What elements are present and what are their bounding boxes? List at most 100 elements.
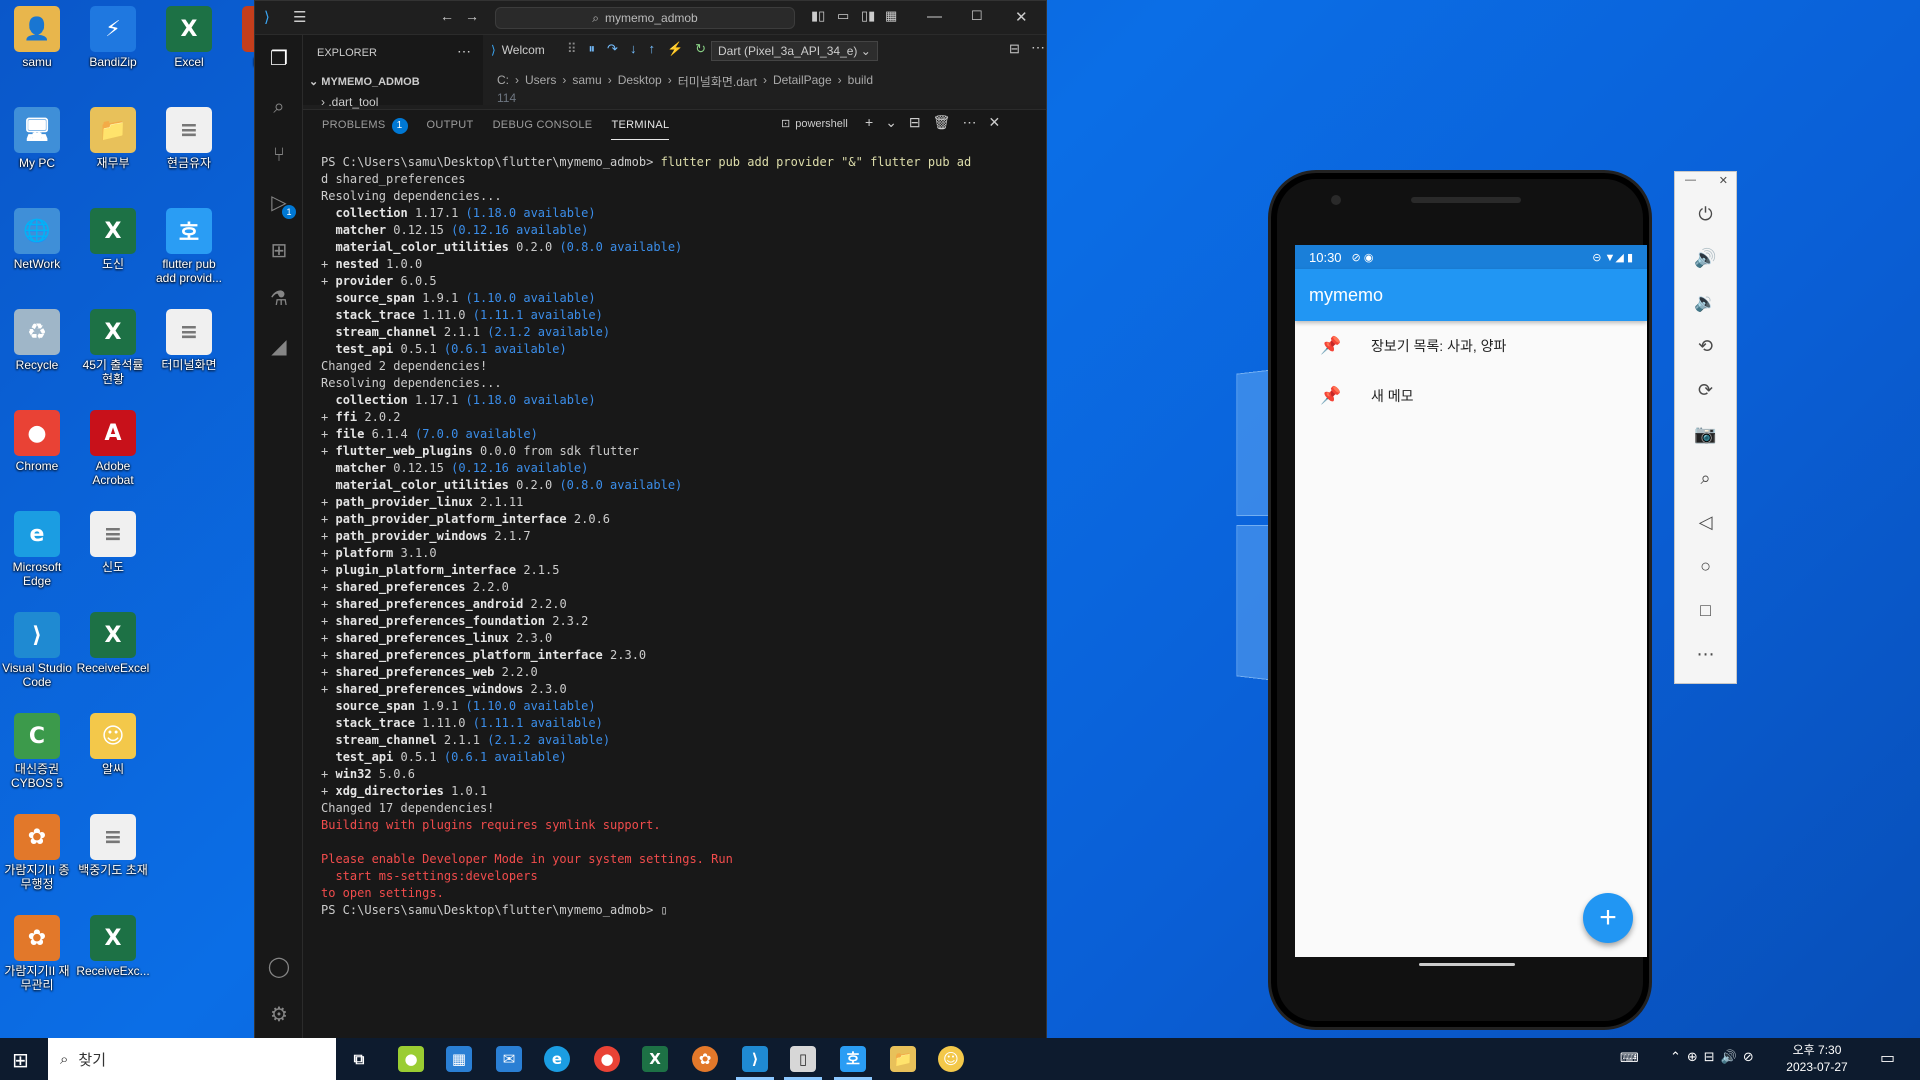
desktop-icon[interactable]: X 도신 xyxy=(76,202,150,271)
maximize-icon[interactable]: ☐ xyxy=(971,8,983,24)
rotate-right-icon[interactable]: ⟳ xyxy=(1675,380,1736,401)
power-icon[interactable]: ⏻ xyxy=(1675,204,1736,225)
chrome-icon[interactable]: ● xyxy=(594,1046,620,1072)
split-terminal-icon[interactable]: ⊟ xyxy=(909,114,921,131)
explorer-icon[interactable]: ❐ xyxy=(267,47,291,71)
forward-arrow-icon[interactable]: → xyxy=(465,8,479,24)
step-out-icon[interactable]: ↑ xyxy=(648,41,655,57)
edge-icon[interactable]: e xyxy=(544,1046,570,1072)
desktop-icon[interactable]: ≡ 터미널화면 xyxy=(152,303,226,372)
pin-icon[interactable]: 📌 xyxy=(1315,336,1347,356)
desktop-icon[interactable]: PPow xyxy=(228,0,255,69)
home-nav-icon[interactable]: ○ xyxy=(1675,556,1736,577)
back-nav-icon[interactable]: ◁ xyxy=(1675,512,1736,533)
android-emulator[interactable]: 10:30 ⊘ ◉ ⊝ ▼◢ ▮ mymemo 📌 장보기 목록: 사과, 양파… xyxy=(1263,170,1663,1030)
menu-icon[interactable]: ☰ xyxy=(293,8,306,26)
extensions-icon[interactable]: ⊞ xyxy=(267,239,291,263)
toggle-secondary-sidebar-icon[interactable]: ▯▮ xyxy=(861,8,875,24)
desktop-icon[interactable]: C 대신증권 CYBOS 5 xyxy=(0,707,74,790)
project-folder[interactable]: ⌄ MYMEMO_ADMOB xyxy=(309,75,420,88)
desktop-icon[interactable]: ● Chrome xyxy=(0,404,74,473)
panel-tab-debug-console[interactable]: DEBUG CONSOLE xyxy=(493,110,593,140)
run-debug-icon[interactable]: ▷ 1 xyxy=(267,191,296,219)
split-editor-icon[interactable]: ⊟ xyxy=(1009,41,1020,57)
pin-icon[interactable]: 📌 xyxy=(1315,386,1347,406)
close-icon[interactable]: ✕ xyxy=(1015,8,1028,26)
emu-close-icon[interactable]: ✕ xyxy=(1675,174,1736,187)
testing-icon[interactable]: ⚗ xyxy=(267,287,291,311)
trash-icon[interactable]: 🗑 xyxy=(933,114,951,131)
start-windows-icon[interactable]: ⊞ xyxy=(12,1048,29,1073)
device-selector[interactable]: Dart (Pixel_3a_API_34_e) ⌄ xyxy=(711,41,878,61)
desktop-icon[interactable]: ♻ Recycle xyxy=(0,303,74,372)
settings-gear-icon[interactable]: ⚙ xyxy=(267,1003,291,1027)
step-into-icon[interactable]: ↓ xyxy=(630,41,637,57)
volume-down-icon[interactable]: 🔉 xyxy=(1675,292,1736,313)
excel-icon[interactable]: X xyxy=(642,1046,668,1072)
breadcrumb-item[interactable]: Users xyxy=(525,73,556,90)
desktop-icon[interactable]: ✿ 가람지기II 재무관리 xyxy=(0,909,74,992)
customize-layout-icon[interactable]: ▦ xyxy=(885,8,897,24)
vscode-window[interactable]: ⟩ ☰ ← → ⌕ mymemo_admob ▮▯ ▭ ▯▮ ▦ — ☐ ✕ ❐… xyxy=(254,0,1047,1040)
desktop-icon[interactable]: ☺ 알씨 xyxy=(76,707,150,776)
restart-icon[interactable]: ↻ xyxy=(695,41,706,57)
alsee-icon[interactable]: ☺ xyxy=(938,1046,964,1072)
system-tray-icons[interactable]: ⌃⊕⊟🔊⊘ xyxy=(1670,1049,1760,1065)
shortcut-taskbar-icon[interactable]: 호 xyxy=(834,1046,872,1080)
zoom-icon[interactable]: ⌕ xyxy=(1675,468,1736,489)
drag-handle-icon[interactable]: ⠿ xyxy=(567,41,577,57)
breadcrumb-item[interactable]: build xyxy=(848,73,873,90)
add-memo-fab[interactable]: + xyxy=(1583,893,1633,943)
account-icon[interactable]: ◯ xyxy=(267,955,291,979)
desktop-icon[interactable]: 👤 samu xyxy=(0,0,74,69)
desktop-icon[interactable]: 📁 재무부 xyxy=(76,101,150,170)
pause-icon[interactable]: ⏸ xyxy=(589,41,596,57)
breadcrumb-item[interactable]: 터미널화면.dart xyxy=(678,73,757,90)
desktop-icon[interactable]: X ReceiveExcel xyxy=(76,606,150,675)
garam-icon[interactable]: ✿ xyxy=(692,1046,718,1072)
panel-more-icon[interactable]: ⋯ xyxy=(962,114,976,131)
gesture-nav-pill[interactable] xyxy=(1419,963,1515,966)
toggle-sidebar-icon[interactable]: ▮▯ xyxy=(811,8,825,24)
source-control-icon[interactable]: ⑂ xyxy=(267,143,291,167)
desktop-icon[interactable]: ✿ 가람지기II 종무행정 xyxy=(0,808,74,891)
notification-icon[interactable]: ▭ xyxy=(1880,1048,1895,1068)
editor-tab[interactable]: ⟩ Welcom xyxy=(491,43,545,57)
desktop-icon[interactable]: e Microsoft Edge xyxy=(0,505,74,588)
back-arrow-icon[interactable]: ← xyxy=(440,8,454,24)
flutter-icon[interactable]: ◢ xyxy=(267,335,291,359)
store-icon[interactable]: ▦ xyxy=(446,1046,472,1072)
desktop-icon[interactable]: ≡ 현금유자 xyxy=(152,101,226,170)
panel-tab-output[interactable]: OUTPUT xyxy=(427,110,474,140)
emulator-taskbar-icon[interactable]: ▯ xyxy=(784,1046,822,1080)
vscode-taskbar-icon[interactable]: ⟩ xyxy=(736,1046,774,1080)
desktop-icon[interactable]: X ReceiveExc... xyxy=(76,909,150,978)
memo-list-item[interactable]: 📌 새 메모 xyxy=(1295,371,1647,421)
desktop-icon[interactable]: ⟩ Visual Studio Code xyxy=(0,606,74,689)
editor-more-icon[interactable]: ⋯ xyxy=(1031,39,1045,56)
taskbar-search[interactable]: ⌕ 찾기 xyxy=(48,1038,336,1080)
mail-icon[interactable]: ✉ xyxy=(496,1046,522,1072)
breadcrumb-item[interactable]: C: xyxy=(497,73,509,90)
more-options-icon[interactable]: ⋯ xyxy=(1675,644,1736,665)
volume-up-icon[interactable]: 🔊 xyxy=(1675,248,1736,269)
terminal-output[interactable]: PS C:\Users\samu\Desktop\flutter\mymemo_… xyxy=(321,154,1041,919)
task-view-icon[interactable]: ⧉ xyxy=(346,1046,372,1072)
toggle-panel-icon[interactable]: ▭ xyxy=(837,8,849,24)
hot-reload-icon[interactable]: ⚡ xyxy=(667,41,683,57)
panel-tab-terminal[interactable]: TERMINAL xyxy=(611,110,670,140)
breadcrumb-item[interactable]: DetailPage xyxy=(773,73,832,90)
input-indicator-icon[interactable]: ⌨ xyxy=(1620,1050,1639,1066)
minimize-icon[interactable]: — xyxy=(927,8,942,25)
step-over-icon[interactable]: ↷ xyxy=(607,41,618,57)
desktop-icon[interactable]: 호 flutter pub add provid... xyxy=(152,202,226,285)
desktop-icon[interactable]: ≡ 신도 xyxy=(76,505,150,574)
screenshot-camera-icon[interactable]: 📷 xyxy=(1675,424,1736,445)
desktop-icon[interactable]: A Adobe Acrobat xyxy=(76,404,150,487)
desktop-icon[interactable]: X Excel xyxy=(152,0,226,69)
taskbar-clock[interactable]: 오후 7:30 2023-07-27 xyxy=(1786,1042,1848,1076)
terminal-shell-selector[interactable]: ⊡ powershell xyxy=(781,117,848,131)
new-terminal-icon[interactable]: + xyxy=(865,114,873,131)
breadcrumb-item[interactable]: samu xyxy=(572,73,601,90)
desktop-icon[interactable]: 🌐 NetWork xyxy=(0,202,74,271)
